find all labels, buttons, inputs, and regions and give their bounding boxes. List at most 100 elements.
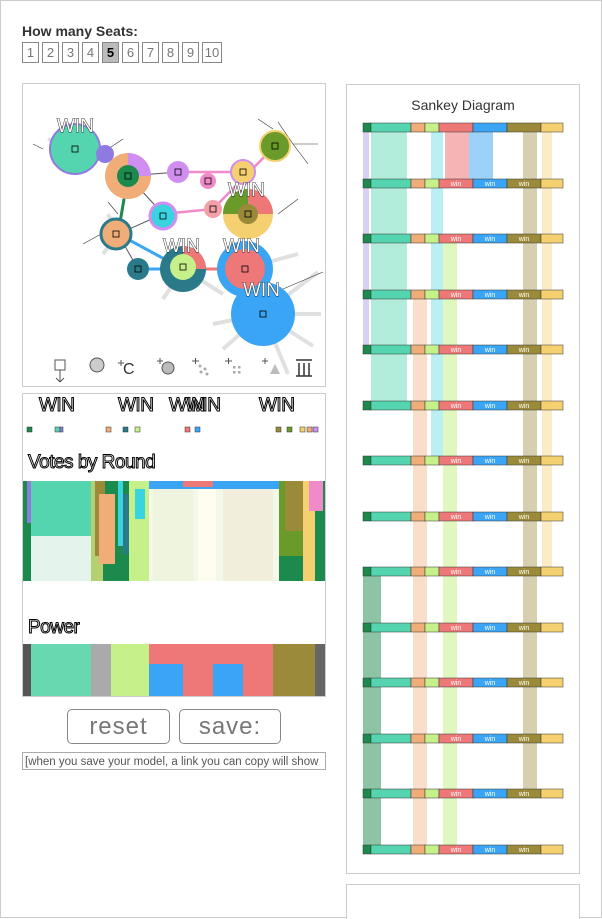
sankey-win-label: win xyxy=(518,791,530,798)
sankey-win-label: win xyxy=(518,680,530,687)
sankey-node xyxy=(424,566,440,577)
save-link-field[interactable]: [when you save your model, a link you ca… xyxy=(22,752,326,770)
sankey-win-label: win xyxy=(450,181,462,188)
votes-visual xyxy=(23,426,325,696)
candidate-icon[interactable] xyxy=(54,359,66,383)
sankey-node xyxy=(472,122,508,133)
graph-win-label: WIN xyxy=(57,116,94,137)
save-button[interactable]: save: xyxy=(179,709,281,744)
seat-option-9[interactable]: 9 xyxy=(182,42,199,63)
add-grid-icon[interactable] xyxy=(225,358,241,374)
sankey-node xyxy=(540,400,564,411)
sankey-node xyxy=(540,122,564,133)
sankey-win-label: win xyxy=(518,625,530,632)
svg-text:C: C xyxy=(123,361,135,378)
add-candidate-icon[interactable]: C xyxy=(118,360,135,378)
graph-win-label: WIN xyxy=(163,236,200,257)
sankey-win-label: win xyxy=(518,236,530,243)
graph-toolbar: C xyxy=(54,357,312,383)
sankey-node xyxy=(424,788,440,799)
sankey-win-label: win xyxy=(484,236,496,243)
graph-panel[interactable]: WIN WIN WIN WIN WIN C xyxy=(22,83,326,387)
add-voter-icon[interactable] xyxy=(157,358,175,375)
seat-option-6[interactable]: 6 xyxy=(122,42,139,63)
seat-option-5[interactable]: 5 xyxy=(102,42,119,63)
sankey-node xyxy=(540,733,564,744)
sankey-node xyxy=(362,511,372,522)
sankey-node xyxy=(506,122,542,133)
sankey-node xyxy=(362,455,372,466)
sankey-node xyxy=(424,344,440,355)
seat-option-8[interactable]: 8 xyxy=(162,42,179,63)
voter-icon[interactable] xyxy=(89,357,105,373)
sankey-node xyxy=(438,122,474,133)
seat-option-7[interactable]: 7 xyxy=(142,42,159,63)
sankey-node xyxy=(424,511,440,522)
sankey-win-label: win xyxy=(450,347,462,354)
delete-icon[interactable] xyxy=(296,359,312,377)
sankey-win-label: win xyxy=(518,181,530,188)
add-crowd-icon[interactable] xyxy=(192,358,209,376)
seat-option-4[interactable]: 4 xyxy=(82,42,99,63)
sankey-panel: Sankey Diagram win win win win win win win win w… xyxy=(346,84,580,874)
sankey-node xyxy=(410,400,426,411)
sankey-win-label: win xyxy=(484,680,496,687)
sankey-node xyxy=(410,566,426,577)
sankey-node xyxy=(362,622,372,633)
sankey-node xyxy=(540,566,564,577)
sankey-win-label: win xyxy=(484,736,496,743)
add-triangle-icon[interactable] xyxy=(262,358,280,374)
sankey-node xyxy=(370,788,412,799)
sankey-node xyxy=(540,178,564,189)
sankey-node xyxy=(424,844,440,855)
graph-win-label: WIN xyxy=(223,236,260,257)
sankey-node xyxy=(424,178,440,189)
sankey-node xyxy=(370,289,412,300)
votes-panel: WIN WIN WIN WIN WIN Votes by Round Power xyxy=(22,393,326,697)
reset-button[interactable]: reset xyxy=(67,709,170,744)
sankey-win-label: win xyxy=(518,458,530,465)
sankey-win-label: win xyxy=(450,847,462,854)
votes-win-label: WIN xyxy=(117,395,154,417)
votes-win-label: WIN xyxy=(258,395,295,417)
sankey-node xyxy=(362,788,372,799)
sankey-node xyxy=(540,844,564,855)
sankey-node xyxy=(410,733,426,744)
sankey-node xyxy=(540,788,564,799)
sankey-node xyxy=(424,622,440,633)
sankey-win-label: win xyxy=(484,347,496,354)
sankey-win-label: win xyxy=(450,292,462,299)
seats-label: How many Seats: xyxy=(22,23,138,39)
sankey-win-label: win xyxy=(518,847,530,854)
seat-option-10[interactable]: 10 xyxy=(202,42,222,63)
sankey-node xyxy=(540,233,564,244)
sankey-node xyxy=(410,344,426,355)
sankey-win-label: win xyxy=(484,458,496,465)
voter-graph[interactable]: WIN WIN WIN WIN WIN C xyxy=(23,84,325,386)
sankey-node xyxy=(370,400,412,411)
sankey-win-label: win xyxy=(484,181,496,188)
sankey-flow xyxy=(371,123,407,401)
votes-by-round-title: Votes by Round xyxy=(27,452,156,474)
sankey-node xyxy=(370,344,412,355)
sankey-win-label: win xyxy=(484,791,496,798)
sankey-node xyxy=(370,622,412,633)
sankey-win-label: win xyxy=(484,292,496,299)
seat-option-3[interactable]: 3 xyxy=(62,42,79,63)
seat-option-1[interactable]: 1 xyxy=(22,42,39,63)
seat-selector: 1 2 3 4 5 6 7 8 9 10 xyxy=(22,42,222,63)
sankey-node xyxy=(370,733,412,744)
sankey-node xyxy=(370,122,412,133)
graph-win-label: WIN xyxy=(228,180,265,201)
sankey-node xyxy=(540,344,564,355)
sankey-node xyxy=(424,122,440,133)
sankey-win-label: win xyxy=(518,292,530,299)
sankey-win-label: win xyxy=(518,569,530,576)
sankey-win-label: win xyxy=(450,791,462,798)
sankey-node xyxy=(370,455,412,466)
sankey-node xyxy=(410,788,426,799)
sankey-diagram: win win win win win win win win win win win win win w… xyxy=(362,122,564,855)
sankey-node xyxy=(540,511,564,522)
seat-option-2[interactable]: 2 xyxy=(42,42,59,63)
sankey-node xyxy=(410,233,426,244)
